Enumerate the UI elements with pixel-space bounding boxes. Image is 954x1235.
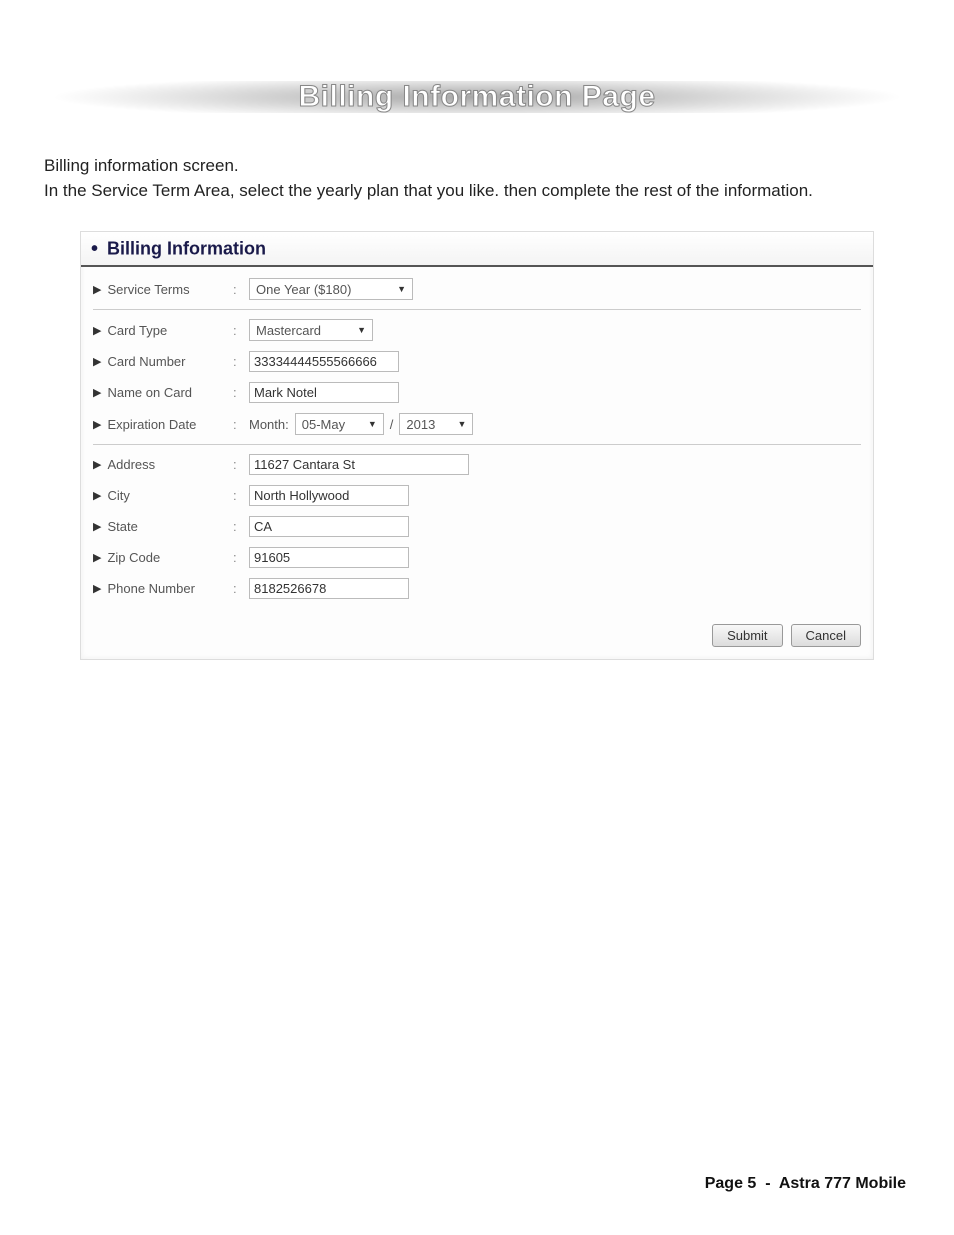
label-service-terms: ▶ Service Terms xyxy=(93,282,233,297)
section-header: • Billing Information xyxy=(81,232,873,267)
intro-text: Billing information screen. In the Servi… xyxy=(44,154,910,203)
label-card-type: ▶ Card Type xyxy=(93,323,233,338)
triangle-icon: ▶ xyxy=(93,418,101,431)
separator xyxy=(93,309,861,310)
footer-doc: Astra 777 Mobile xyxy=(779,1175,906,1192)
exp-month-select[interactable]: 05-May ▼ xyxy=(295,413,384,435)
month-prefix: Month: xyxy=(249,417,289,432)
label-state: ▶ State xyxy=(93,519,233,534)
row-state: ▶ State : xyxy=(93,511,861,542)
triangle-icon: ▶ xyxy=(93,324,101,337)
triangle-icon: ▶ xyxy=(93,458,101,471)
label-card-number: ▶ Card Number xyxy=(93,354,233,369)
row-service-terms: ▶ Service Terms : One Year ($180) ▼ xyxy=(93,273,861,305)
triangle-icon: ▶ xyxy=(93,551,101,564)
city-input[interactable] xyxy=(249,485,409,506)
form-area: ▶ Service Terms : One Year ($180) ▼ ▶ Ca… xyxy=(81,267,873,614)
label-city: ▶ City xyxy=(93,488,233,503)
service-terms-select[interactable]: One Year ($180) ▼ xyxy=(249,278,413,300)
footer-page: Page 5 xyxy=(705,1175,757,1192)
label-zip: ▶ Zip Code xyxy=(93,550,233,565)
card-type-select[interactable]: Mastercard ▼ xyxy=(249,319,373,341)
intro-line-1: Billing information screen. xyxy=(44,154,910,179)
row-phone: ▶ Phone Number : xyxy=(93,573,861,604)
caret-down-icon: ▼ xyxy=(357,325,366,335)
cancel-button[interactable]: Cancel xyxy=(791,624,861,647)
zip-input[interactable] xyxy=(249,547,409,568)
row-city: ▶ City : xyxy=(93,480,861,511)
triangle-icon: ▶ xyxy=(93,283,101,296)
row-address: ▶ Address : xyxy=(93,449,861,480)
row-card-number: ▶ Card Number : xyxy=(93,346,861,377)
label-name-on-card: ▶ Name on Card xyxy=(93,385,233,400)
triangle-icon: ▶ xyxy=(93,489,101,502)
caret-down-icon: ▼ xyxy=(397,284,406,294)
row-expiration: ▶ Expiration Date : Month: 05-May ▼ / 20… xyxy=(93,408,861,440)
triangle-icon: ▶ xyxy=(93,386,101,399)
card-number-input[interactable] xyxy=(249,351,399,372)
state-input[interactable] xyxy=(249,516,409,537)
triangle-icon: ▶ xyxy=(93,520,101,533)
caret-down-icon: ▼ xyxy=(368,419,377,429)
separator xyxy=(93,444,861,445)
row-name-on-card: ▶ Name on Card : xyxy=(93,377,861,408)
button-row: Submit Cancel xyxy=(81,614,873,659)
address-input[interactable] xyxy=(249,454,469,475)
label-expiration: ▶ Expiration Date xyxy=(93,417,233,432)
footer-dash: - xyxy=(765,1175,770,1192)
caret-down-icon: ▼ xyxy=(457,419,466,429)
bullet-icon: • xyxy=(91,238,98,260)
section-header-text: Billing Information xyxy=(107,239,266,259)
phone-input[interactable] xyxy=(249,578,409,599)
row-card-type: ▶ Card Type : Mastercard ▼ xyxy=(93,314,861,346)
date-separator: / xyxy=(390,417,394,432)
page-footer: Page 5 - Astra 777 Mobile xyxy=(705,1175,906,1193)
name-on-card-input[interactable] xyxy=(249,382,399,403)
page-title: Billing Information Page xyxy=(298,80,655,114)
label-address: ▶ Address xyxy=(93,457,233,472)
row-zip: ▶ Zip Code : xyxy=(93,542,861,573)
document-page: Billing Information Page Billing informa… xyxy=(0,0,954,1235)
colon: : xyxy=(233,282,249,297)
label-phone: ▶ Phone Number xyxy=(93,581,233,596)
intro-line-2: In the Service Term Area, select the yea… xyxy=(44,179,910,204)
triangle-icon: ▶ xyxy=(93,355,101,368)
exp-year-select[interactable]: 2013 ▼ xyxy=(399,413,473,435)
submit-button[interactable]: Submit xyxy=(712,624,782,647)
title-area: Billing Information Page xyxy=(44,80,910,114)
triangle-icon: ▶ xyxy=(93,582,101,595)
billing-form-screenshot: • Billing Information ▶ Service Terms : … xyxy=(80,231,874,660)
